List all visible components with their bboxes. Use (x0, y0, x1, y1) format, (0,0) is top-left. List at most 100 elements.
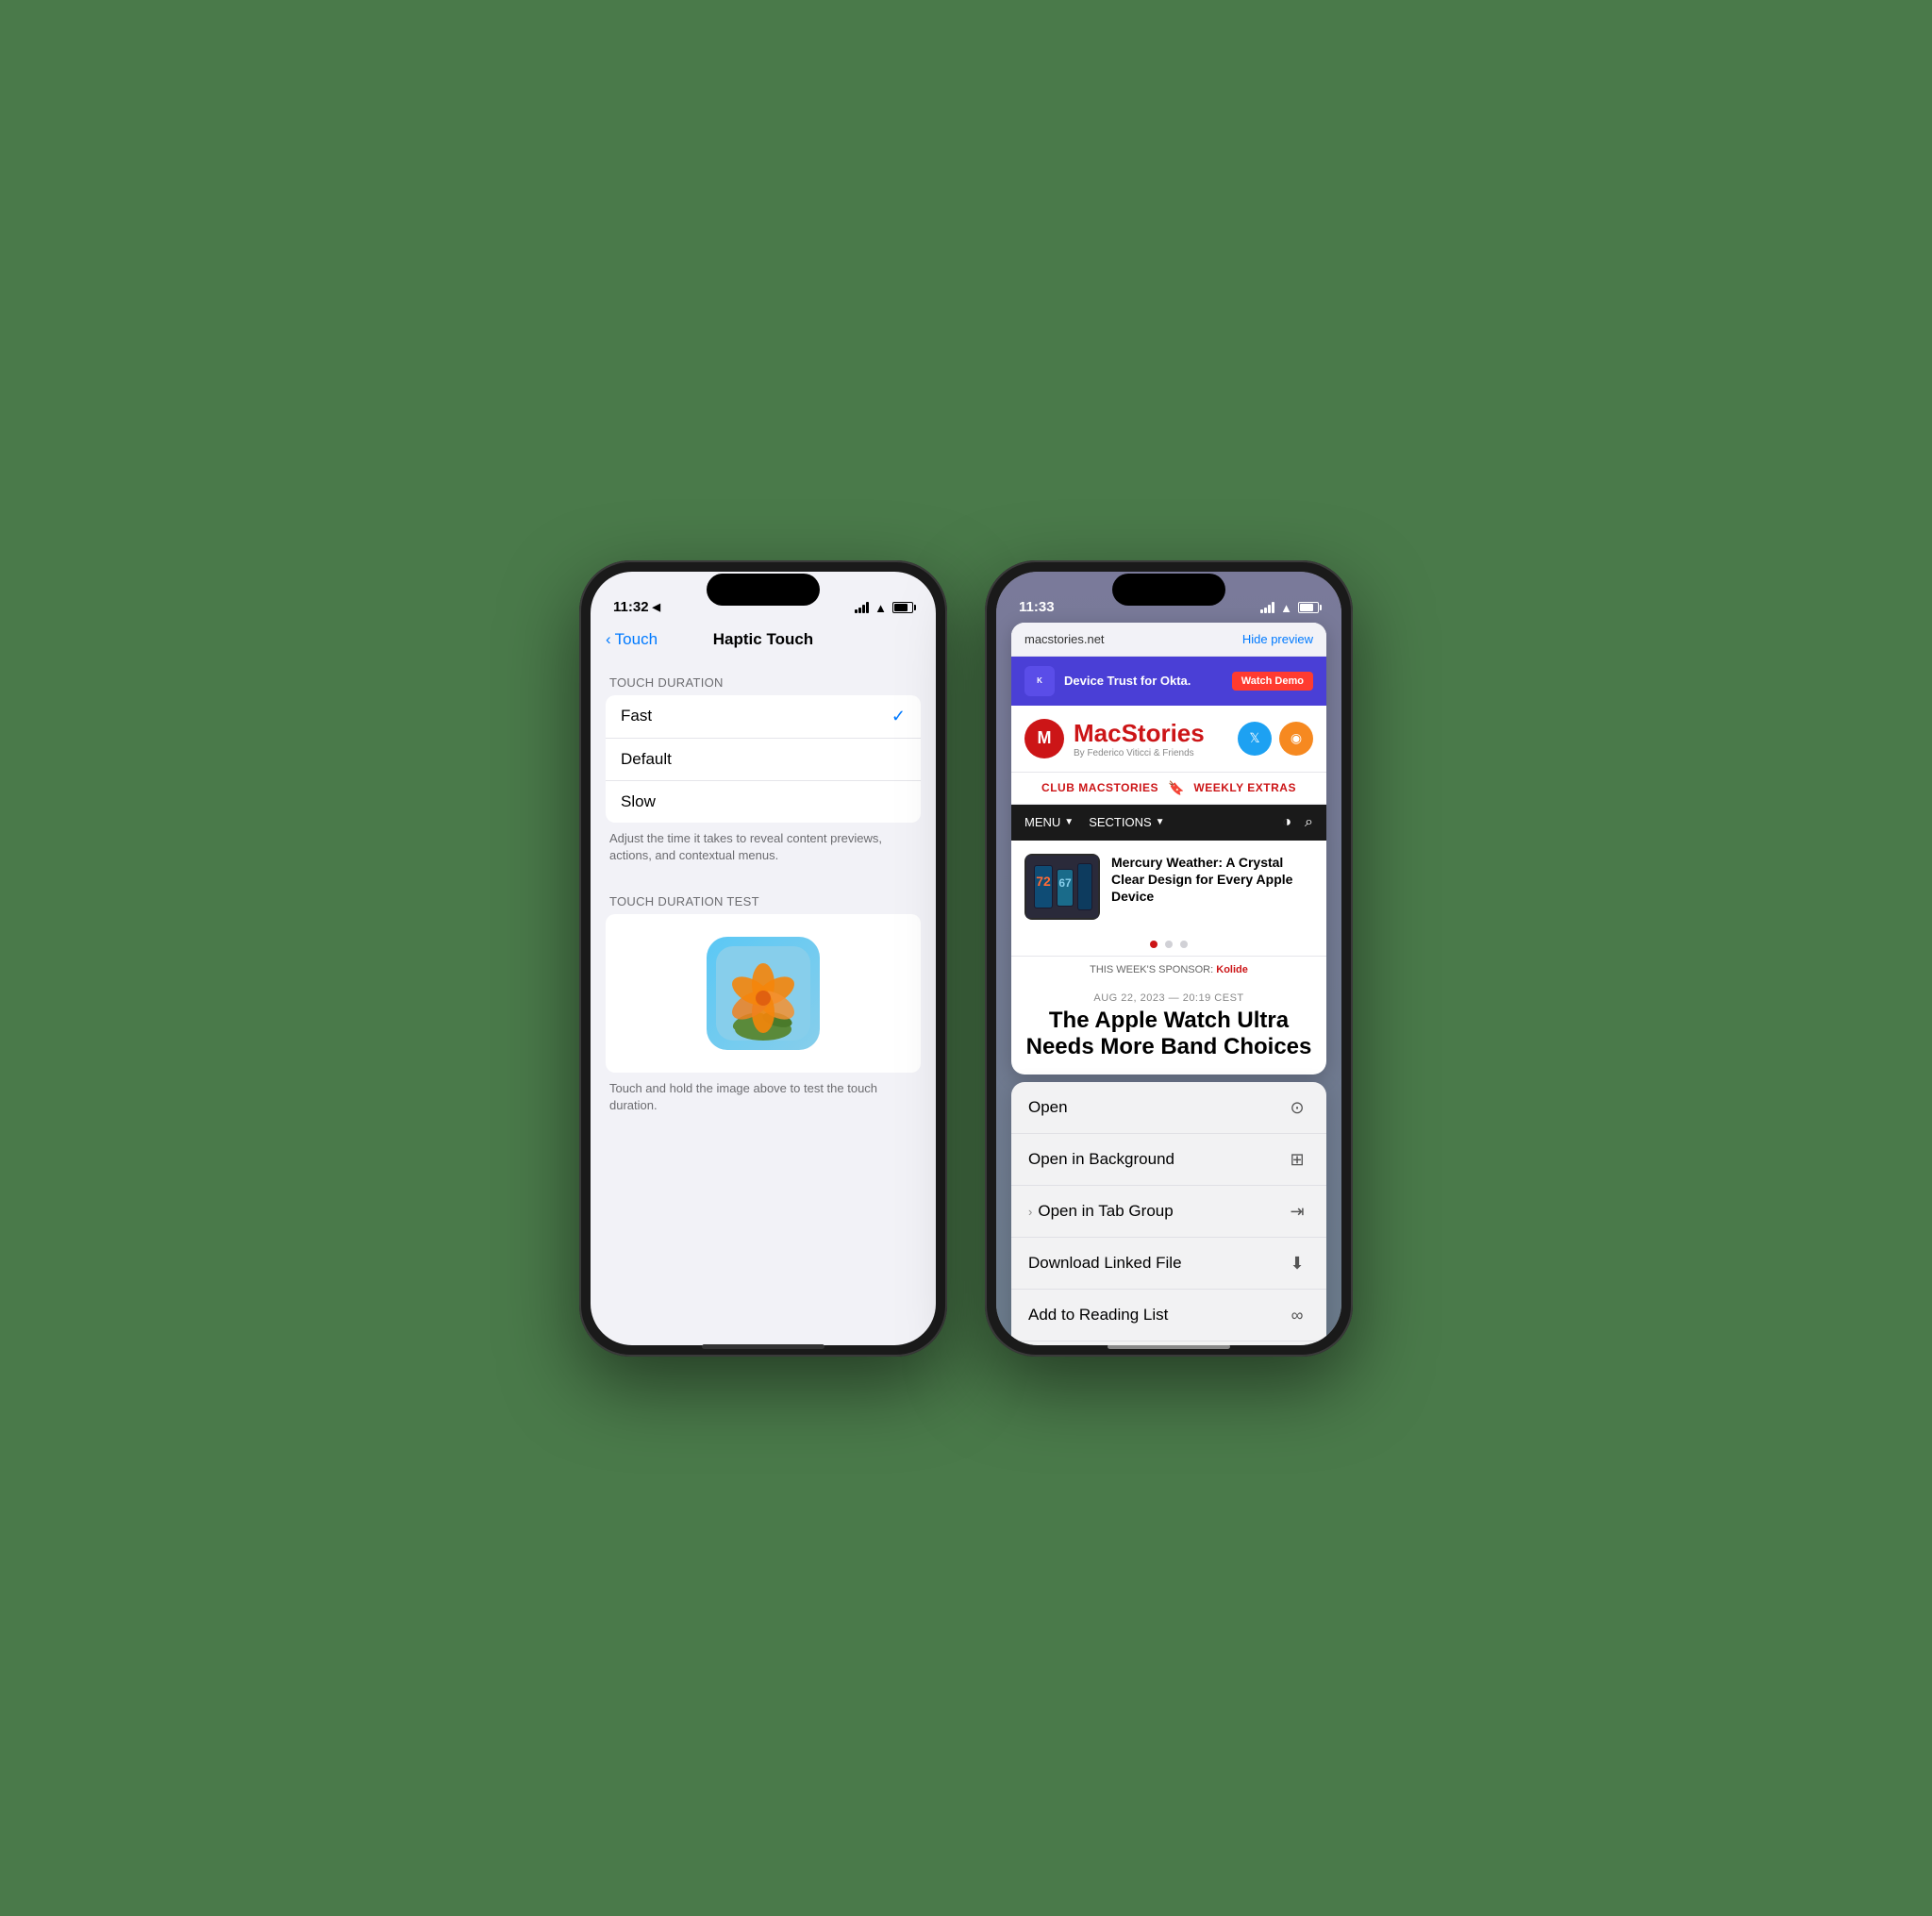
option-slow-label: Slow (621, 792, 656, 811)
compass-icon: ⊙ (1285, 1095, 1309, 1120)
arrow-tab-icon: ⇥ (1285, 1199, 1309, 1224)
menu-item-tab-group[interactable]: › Open in Tab Group ⇥ (1011, 1186, 1326, 1238)
ad-banner: K Device Trust for Okta. Watch Demo (1011, 657, 1326, 706)
article-date: AUG 22, 2023 — 20:19 CEST (1011, 983, 1326, 1008)
menu-item-download[interactable]: Download Linked File ⬇ (1011, 1238, 1326, 1290)
sponsor-bar: THIS WEEK'S SPONSOR: Kolide (1011, 956, 1326, 983)
bookmark-icon: 🔖 (1168, 780, 1184, 796)
menu-open-bg-label: Open in Background (1028, 1150, 1174, 1169)
menu-open-label: Open (1028, 1098, 1068, 1117)
article-thumbnail: 72 67 (1024, 854, 1100, 920)
article-thumb-svg: 72 67 (1026, 856, 1098, 918)
macstories-icon: M (1024, 719, 1064, 758)
checkmark-fast: ✓ (891, 707, 906, 726)
status-time-phone1: 11:32 (613, 599, 649, 615)
theme-icon[interactable]: ◑ (1282, 814, 1291, 831)
sections-chevron: ▼ (1156, 817, 1165, 827)
battery-icon-phone1 (892, 602, 913, 613)
touch-duration-options: Fast ✓ Default Slow (606, 695, 921, 823)
option-default-label: Default (621, 750, 672, 769)
dynamic-island-phone2 (1112, 574, 1225, 606)
safari-url-text: macstories.net (1024, 632, 1105, 646)
test-description: Touch and hold the image above to test t… (591, 1073, 936, 1129)
menu-reading-list-label: Add to Reading List (1028, 1306, 1168, 1325)
dot-3 (1180, 941, 1188, 948)
section-label-touch-duration: TOUCH DURATION (591, 660, 936, 695)
search-icon[interactable]: ⌕ (1305, 814, 1313, 831)
menu-item[interactable]: MENU ▼ (1024, 815, 1074, 829)
section-label-test: TOUCH DURATION TEST (591, 879, 936, 914)
option-default[interactable]: Default (606, 739, 921, 781)
article-title: Mercury Weather: A Crystal Clear Design … (1111, 854, 1313, 906)
context-menu: Open ⊙ Open in Background ⊞ › Open in Ta… (1011, 1082, 1326, 1344)
dot-1 (1150, 941, 1158, 948)
club-nav-bar: CLUB MACSTORIES 🔖 WEEKLY EXTRAS (1011, 772, 1326, 805)
menu-chevron: ▼ (1064, 817, 1074, 827)
option-fast-label: Fast (621, 707, 652, 725)
flower-svg (716, 946, 810, 1041)
touch-duration-description: Adjust the time it takes to reveal conte… (591, 823, 936, 879)
home-bar-phone1 (702, 1344, 824, 1349)
sections-item[interactable]: SECTIONS ▼ (1089, 815, 1164, 829)
site-tagline: By Federico Viticci & Friends (1074, 748, 1205, 758)
menu-item-open-background[interactable]: Open in Background ⊞ (1011, 1134, 1326, 1186)
menu-item-copy-link[interactable]: Copy Link ⧉ (1011, 1341, 1326, 1344)
menu-label: MENU (1024, 815, 1060, 829)
sponsor-text: THIS WEEK'S SPONSOR: (1090, 964, 1213, 975)
ad-text: Device Trust for Okta. (1064, 674, 1191, 688)
download-icon: ⬇ (1285, 1251, 1309, 1275)
menu-item-reading-list[interactable]: Add to Reading List ∞ (1011, 1290, 1326, 1341)
chevron-left-icon: ‹ (606, 630, 611, 649)
nav-bar-phone1: ‹ Touch Haptic Touch (591, 623, 936, 660)
status-time-phone2: 11:33 (1019, 599, 1055, 615)
wifi-icon-phone2: ▲ (1280, 601, 1292, 615)
safari-url-bar: macstories.net Hide preview (1011, 623, 1326, 657)
macstories-icon-letter: M (1038, 728, 1052, 748)
site-nav-strip: MENU ▼ SECTIONS ▼ ◑ ⌕ (1011, 805, 1326, 841)
svg-text:72: 72 (1036, 874, 1051, 889)
dynamic-island (707, 574, 820, 606)
phone1-screen: 11:32 ◀ ▲ ‹ Touch Haptic Touch TOUCH D (591, 572, 936, 1345)
plus-square-icon: ⊞ (1285, 1147, 1309, 1172)
safari-preview-card: macstories.net Hide preview K Device Tru… (1011, 623, 1326, 1075)
page-title-haptic-touch: Haptic Touch (713, 630, 813, 649)
social-icons: 𝕏 ◉ (1238, 722, 1313, 756)
site-header: M MacStories By Federico Viticci & Frien… (1011, 706, 1326, 772)
hide-preview-button[interactable]: Hide preview (1242, 632, 1313, 646)
location-icon-phone1: ◀ (653, 601, 660, 613)
club-macstories-link[interactable]: CLUB MACSTORIES (1041, 781, 1158, 794)
article-headline: The Apple Watch Ultra Needs More Band Ch… (1011, 1008, 1326, 1075)
chevron-right-icon: › (1028, 1205, 1032, 1219)
phone-safari: 11:33 ▲ macstories.net Hide preview (985, 560, 1353, 1357)
nav-right-icons: ◑ ⌕ (1282, 814, 1313, 831)
test-image-container[interactable] (606, 914, 921, 1073)
twitter-button[interactable]: 𝕏 (1238, 722, 1272, 756)
signal-bars-phone2 (1260, 602, 1274, 613)
rss-button[interactable]: ◉ (1279, 722, 1313, 756)
watch-demo-button[interactable]: Watch Demo (1232, 672, 1313, 691)
option-slow[interactable]: Slow (606, 781, 921, 823)
signal-bars-phone1 (855, 602, 869, 613)
featured-article: 72 67 Mercury Weather: A Crystal Clear D… (1011, 841, 1326, 933)
wifi-icon-phone1: ▲ (874, 601, 887, 615)
kolide-logo: K (1024, 666, 1055, 696)
macstories-logo: M MacStories By Federico Viticci & Frien… (1024, 719, 1205, 758)
carousel-dots (1011, 933, 1326, 956)
menu-item-open[interactable]: Open ⊙ (1011, 1082, 1326, 1134)
nav-back-button[interactable]: ‹ Touch (606, 630, 658, 649)
menu-download-label: Download Linked File (1028, 1254, 1182, 1273)
dot-2 (1165, 941, 1173, 948)
phone-haptic-touch: 11:32 ◀ ▲ ‹ Touch Haptic Touch TOUCH D (579, 560, 947, 1357)
menu-tab-group-label: Open in Tab Group (1038, 1202, 1173, 1221)
battery-icon-phone2 (1298, 602, 1319, 613)
nav-back-label: Touch (615, 630, 658, 649)
phone2-screen: 11:33 ▲ macstories.net Hide preview (996, 572, 1341, 1345)
kolide-logo-text: K (1037, 676, 1042, 685)
sections-label: SECTIONS (1089, 815, 1151, 829)
flower-image[interactable] (707, 937, 820, 1050)
sponsor-link[interactable]: Kolide (1216, 964, 1248, 975)
site-name: MacStories (1074, 719, 1205, 748)
svg-text:67: 67 (1058, 876, 1072, 890)
option-fast[interactable]: Fast ✓ (606, 695, 921, 739)
weekly-extras-link[interactable]: WEEKLY EXTRAS (1193, 781, 1296, 794)
